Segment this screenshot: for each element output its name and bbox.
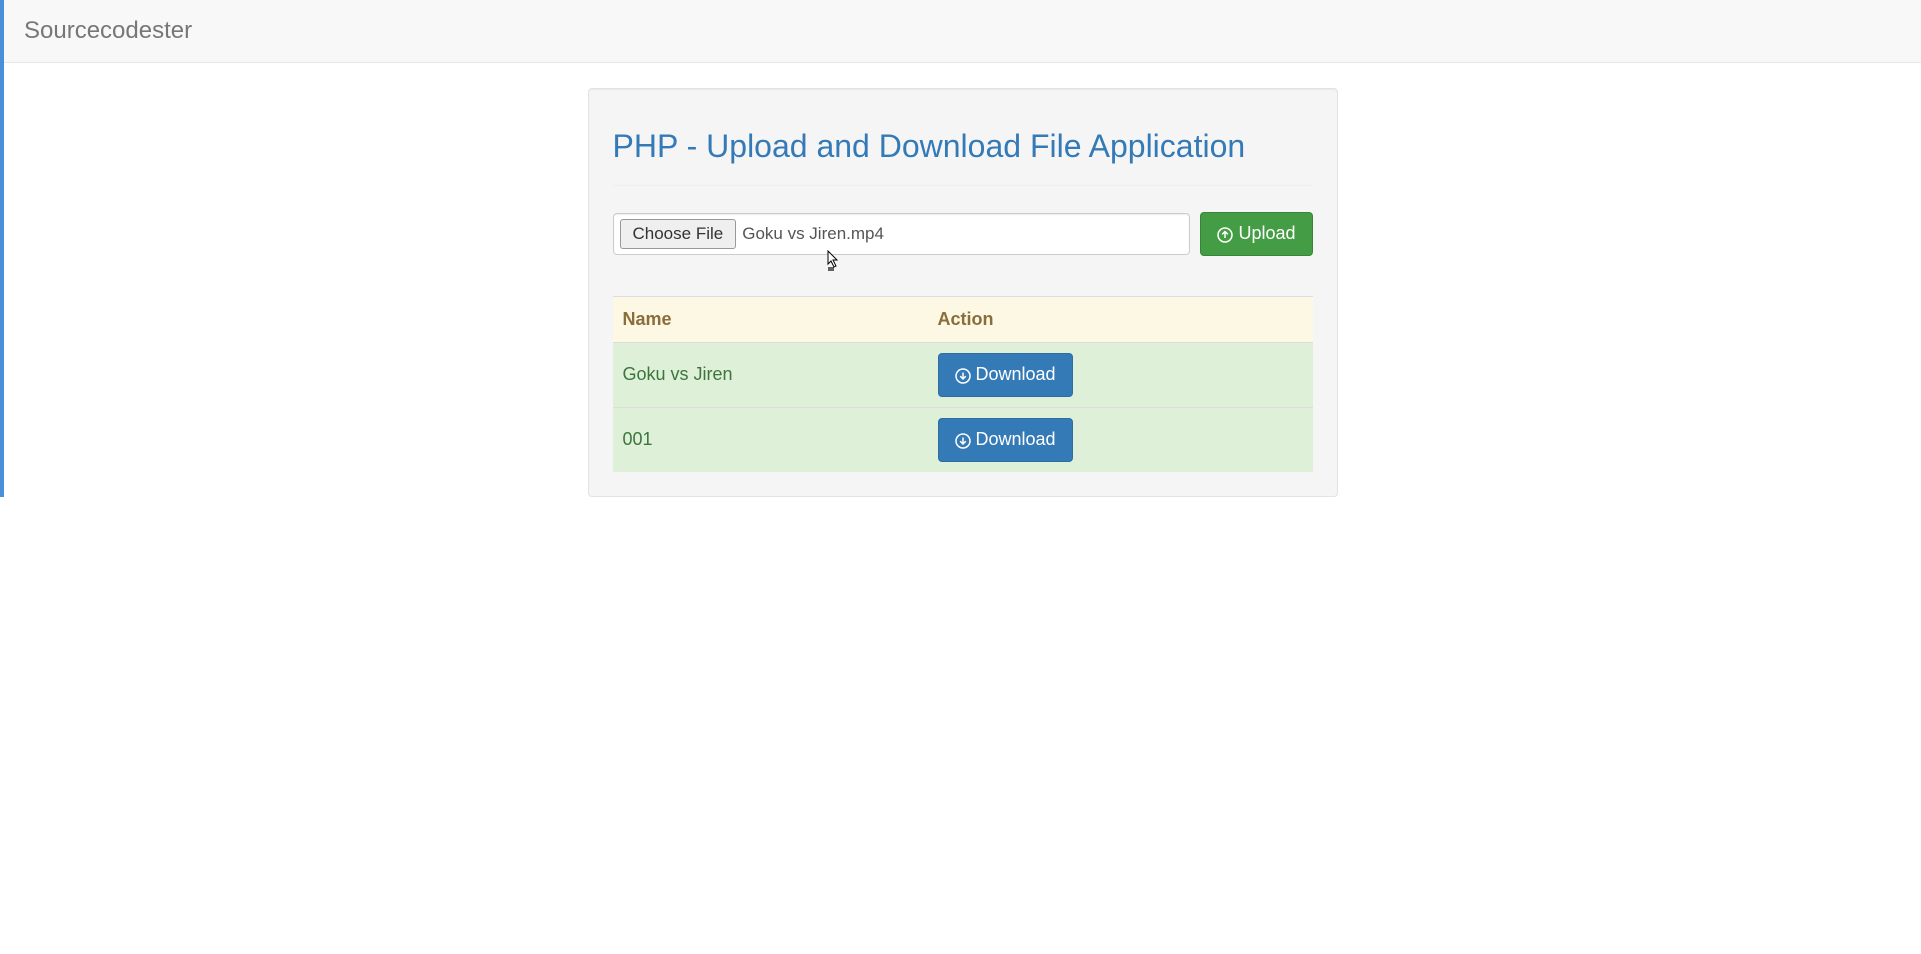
table-row: Goku vs Jiren Download <box>613 342 1313 407</box>
table-header-row: Name Action <box>613 296 1313 342</box>
download-button[interactable]: Download <box>938 418 1073 462</box>
upload-icon <box>1217 226 1233 242</box>
upload-button[interactable]: Upload <box>1200 212 1312 256</box>
upload-button-label: Upload <box>1238 222 1295 246</box>
page-title: PHP - Upload and Download File Applicati… <box>613 128 1313 165</box>
table-row: 001 Download <box>613 407 1313 471</box>
header-action: Action <box>928 296 1313 342</box>
navbar-brand[interactable]: Sourcecodester <box>24 17 192 44</box>
divider <box>613 185 1313 186</box>
upload-form: Choose File Goku vs Jiren.mp4 Upload <box>613 212 1313 256</box>
download-icon <box>955 432 971 448</box>
action-cell: Download <box>928 342 1313 407</box>
header-name: Name <box>613 296 928 342</box>
download-button[interactable]: Download <box>938 353 1073 397</box>
choose-file-button[interactable]: Choose File <box>620 219 737 249</box>
main-container: PHP - Upload and Download File Applicati… <box>573 88 1353 497</box>
selected-file-name: Goku vs Jiren.mp4 <box>742 224 884 244</box>
download-icon <box>955 367 971 383</box>
content-well: PHP - Upload and Download File Applicati… <box>588 88 1338 497</box>
download-button-label: Download <box>976 363 1056 387</box>
file-name-cell: Goku vs Jiren <box>613 342 928 407</box>
download-button-label: Download <box>976 428 1056 452</box>
file-input[interactable]: Choose File Goku vs Jiren.mp4 <box>613 213 1191 255</box>
navbar: Sourcecodester <box>4 0 1921 63</box>
file-name-cell: 001 <box>613 407 928 471</box>
files-table: Name Action Goku vs Jiren Download001 Do… <box>613 296 1313 472</box>
action-cell: Download <box>928 407 1313 471</box>
